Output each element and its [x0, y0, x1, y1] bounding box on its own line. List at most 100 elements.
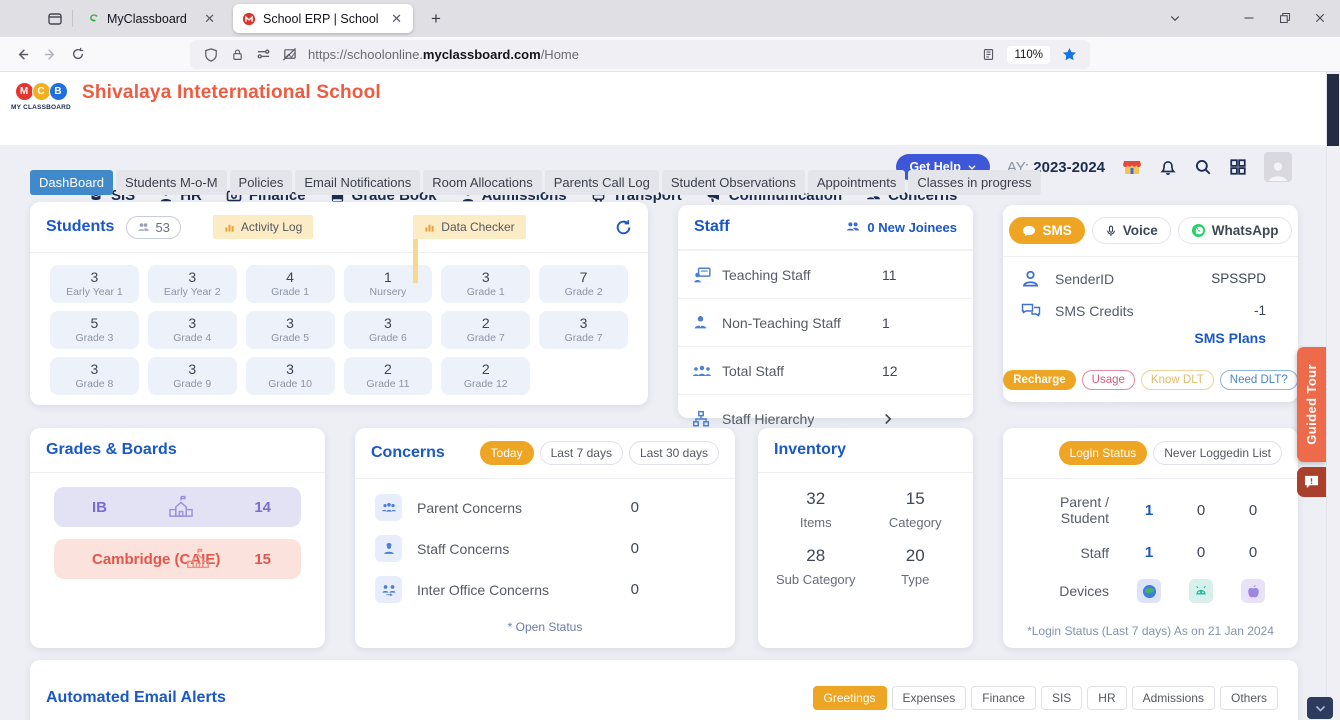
sms-plans-link[interactable]: SMS Plans — [1003, 326, 1298, 346]
web-globe-icon[interactable] — [1137, 579, 1161, 603]
grade-tile[interactable]: 3 Grade 5 — [245, 311, 335, 349]
new-tab-button[interactable]: + — [424, 7, 448, 31]
grade-tile[interactable]: 2 Grade 7 — [441, 311, 531, 349]
filter-others[interactable]: Others — [1219, 686, 1278, 710]
grade-tile[interactable]: 3 Early Year 2 — [147, 265, 237, 303]
tab-sms[interactable]: SMS — [1009, 217, 1085, 244]
scroll-down-button[interactable] — [1307, 697, 1333, 719]
minimize-button[interactable] — [1234, 6, 1264, 30]
lock-icon[interactable] — [224, 48, 250, 61]
grade-tile[interactable]: 3 Grade 7 — [539, 311, 628, 349]
board-row-ib[interactable]: IB 14 — [54, 487, 301, 527]
filter-sis[interactable]: SIS — [1040, 686, 1083, 710]
zoom-level-chip[interactable]: 110% — [1007, 45, 1050, 64]
login-status-tab[interactable]: Login Status — [1058, 441, 1148, 465]
restore-button[interactable] — [1270, 6, 1300, 30]
tab-students-mom[interactable]: Students M-o-M — [116, 170, 227, 195]
filter-greetings[interactable]: Greetings — [812, 686, 887, 710]
chat-bubbles-icon — [1021, 302, 1055, 319]
bookmark-star-icon[interactable] — [1056, 47, 1082, 62]
filter-finance[interactable]: Finance — [971, 686, 1036, 710]
apple-icon[interactable] — [1241, 579, 1265, 603]
tab-parents-call-log[interactable]: Parents Call Log — [544, 170, 659, 195]
grade-tile[interactable]: 2 Grade 12 — [441, 357, 531, 395]
shield-icon[interactable] — [198, 47, 224, 62]
grade-tile[interactable]: 4 Grade 1 — [245, 265, 335, 303]
forward-button[interactable] — [36, 40, 64, 68]
staff-row-nonteaching[interactable]: Non-Teaching Staff 1 — [678, 298, 973, 346]
reload-button[interactable] — [64, 40, 92, 68]
grade-tile[interactable]: 5 Grade 3 — [50, 311, 139, 349]
inventory-type: 20 Type — [901, 546, 930, 587]
filter-last-30-days[interactable]: Last 30 days — [628, 441, 719, 465]
students-count-pill[interactable]: 53 — [126, 215, 181, 239]
scrollbar-thumb[interactable] — [1327, 74, 1339, 146]
marketplace-icon[interactable] — [1122, 158, 1142, 176]
grade-tile[interactable]: 3 Grade 10 — [245, 357, 335, 395]
tab-appointments[interactable]: Appointments — [807, 170, 906, 195]
sms-bubble-icon — [1023, 225, 1036, 236]
search-icon[interactable] — [1194, 158, 1212, 176]
notifications-bell-icon[interactable] — [1159, 158, 1177, 176]
staff-row-teaching[interactable]: Teaching Staff 11 — [678, 250, 973, 298]
grade-tile[interactable]: 7 Grade 2 — [539, 265, 628, 303]
close-window-button[interactable] — [1305, 6, 1335, 30]
tab-list-chevron-icon[interactable] — [1160, 6, 1190, 30]
tab-whatsapp[interactable]: WhatsApp — [1177, 217, 1292, 244]
filter-last-7-days[interactable]: Last 7 days — [539, 441, 623, 465]
back-button[interactable] — [8, 40, 36, 68]
concern-row-parent[interactable]: Parent Concerns 0 — [355, 487, 735, 528]
android-icon[interactable] — [1189, 579, 1213, 603]
permissions-icon[interactable] — [250, 47, 276, 62]
grade-tile[interactable]: 3 Grade 1 — [441, 265, 531, 303]
feedback-button[interactable] — [1297, 467, 1326, 497]
grade-tile[interactable]: 3 Early Year 1 — [50, 265, 139, 303]
board-row-cambridge[interactable]: Cambridge (CAIE) 15 — [54, 539, 301, 579]
grade-tile[interactable]: 3 Grade 4 — [147, 311, 237, 349]
tab-dashboard[interactable]: DashBoard — [30, 170, 114, 195]
tab-close-icon[interactable]: ✕ — [202, 10, 217, 27]
grade-tile[interactable]: 3 Grade 9 — [147, 357, 237, 395]
recharge-button[interactable]: Recharge — [1003, 370, 1076, 390]
staff-row-total[interactable]: Total Staff 12 — [678, 346, 973, 394]
filter-hr[interactable]: HR — [1087, 686, 1127, 710]
guided-tour-tab[interactable]: Guided Tour — [1297, 347, 1326, 462]
usage-button[interactable]: Usage — [1081, 370, 1135, 390]
browser-tab-school-erp[interactable]: School ERP | School Manageme ✕ — [233, 4, 413, 33]
user-avatar[interactable] — [1264, 152, 1292, 182]
tab-voice[interactable]: Voice — [1091, 217, 1171, 244]
refresh-icon[interactable] — [615, 219, 632, 236]
feedback-chat-icon — [1304, 475, 1319, 489]
filter-today[interactable]: Today — [479, 441, 534, 465]
grade-tile[interactable]: 3 Grade 8 — [50, 357, 139, 395]
concern-row-staff[interactable]: Staff Concerns 0 — [355, 528, 735, 569]
browser-tab-myclassboard[interactable]: MyClassboard ✕ — [78, 4, 226, 33]
tab-student-observations[interactable]: Student Observations — [661, 170, 805, 195]
students-card: Students 53 Activity Log Data Checker 3E… — [30, 202, 648, 405]
concern-row-inter-office[interactable]: Inter Office Concerns 0 — [355, 569, 735, 610]
page-scrollbar[interactable] — [1326, 72, 1340, 720]
grade-tile[interactable]: 3 Grade 6 — [343, 311, 433, 349]
filter-expenses[interactable]: Expenses — [891, 686, 967, 710]
school-erp-favicon — [242, 12, 256, 25]
tab-policies[interactable]: Policies — [229, 170, 293, 195]
tab-classes-in-progress[interactable]: Classes in progress — [908, 170, 1041, 195]
filter-admissions[interactable]: Admissions — [1131, 686, 1215, 710]
url-input[interactable]: https://schoolonline.myclassboard.com/Ho… — [190, 40, 1090, 69]
know-dlt-button[interactable]: Know DLT — [1140, 370, 1214, 390]
myclassboard-logo[interactable]: M C B MY CLASSBOARD — [10, 82, 72, 111]
grade-tile[interactable]: 2 Grade 11 — [343, 357, 433, 395]
apps-grid-icon[interactable] — [1229, 158, 1247, 176]
data-checker-badge[interactable]: Data Checker — [413, 215, 526, 283]
grade-tile[interactable]: 1 Nursery — [343, 265, 433, 303]
blocked-notification-icon[interactable] — [276, 47, 302, 62]
firefox-view-icon[interactable] — [44, 8, 66, 30]
tab-close-icon[interactable]: ✕ — [389, 10, 404, 27]
never-loggedin-tab[interactable]: Never Loggedin List — [1153, 441, 1282, 465]
need-dlt-button[interactable]: Need DLT? — [1219, 370, 1298, 390]
new-joinees-link[interactable]: 0 New Joinees — [845, 220, 957, 235]
reader-mode-icon[interactable] — [975, 48, 1001, 61]
activity-log-badge[interactable]: Activity Log — [212, 215, 314, 239]
tab-room-allocations[interactable]: Room Allocations — [423, 170, 542, 195]
tab-email-notifications[interactable]: Email Notifications — [295, 170, 421, 195]
